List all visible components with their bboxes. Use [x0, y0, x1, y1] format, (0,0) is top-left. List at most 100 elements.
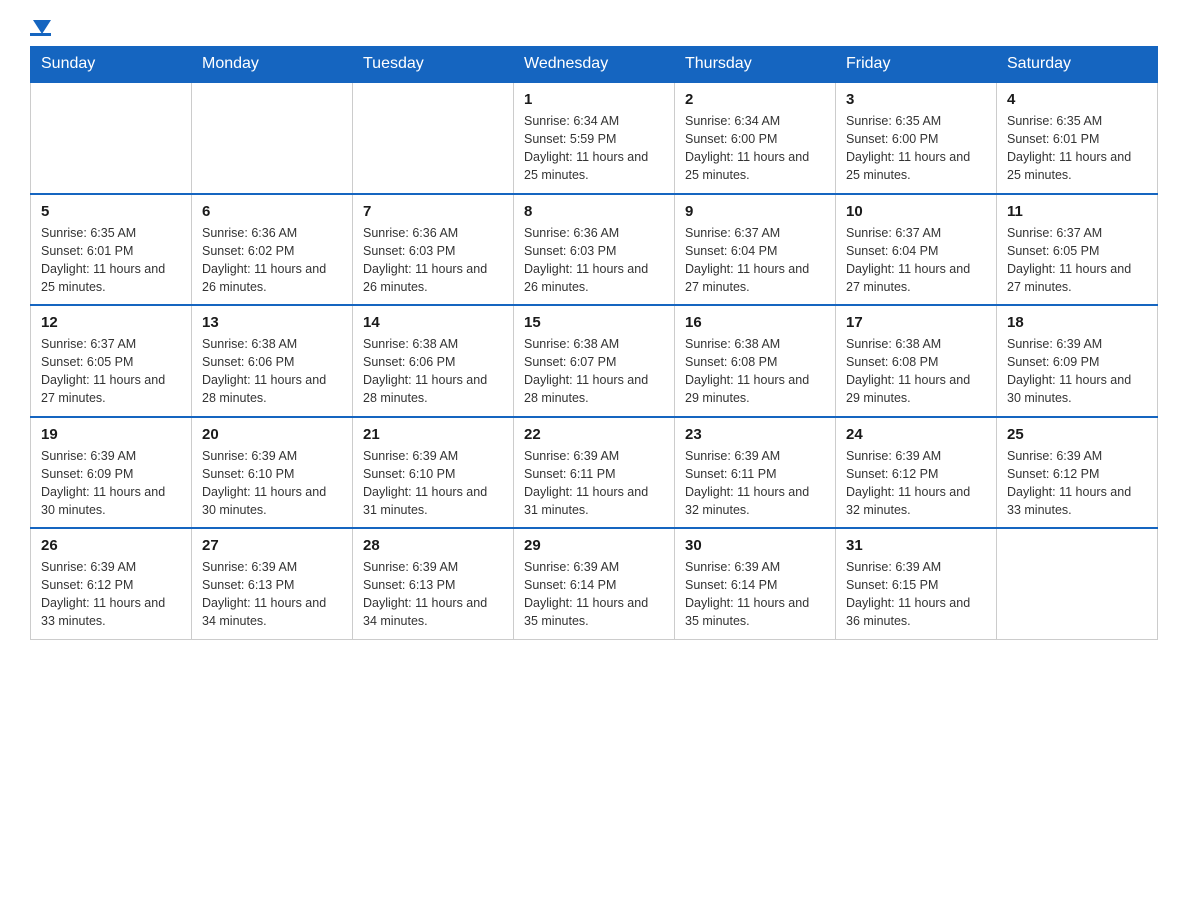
calendar-cell: 4 Sunrise: 6:35 AM Sunset: 6:01 PM Daylig…	[997, 82, 1158, 194]
calendar-cell: 29Sunrise: 6:39 AM Sunset: 6:14 PM Dayli…	[514, 528, 675, 639]
day-info: Sunrise: 6:39 AM Sunset: 6:12 PM Dayligh…	[41, 558, 181, 631]
day-info: Sunrise: 6:38 AM Sunset: 6:06 PM Dayligh…	[202, 335, 342, 408]
day-number: 18	[1007, 314, 1147, 331]
day-number: 11	[1007, 203, 1147, 220]
calendar-cell: 10 Sunrise: 6:37 AM Sunset: 6:04 PM Dayli…	[836, 194, 997, 306]
day-number: 16	[685, 314, 825, 331]
day-number: 29	[524, 537, 664, 554]
calendar-cell: 21Sunrise: 6:39 AM Sunset: 6:10 PM Dayli…	[353, 417, 514, 529]
calendar-cell: 7 Sunrise: 6:36 AM Sunset: 6:03 PM Daylig…	[353, 194, 514, 306]
calendar-cell: 8Sunrise: 6:36 AM Sunset: 6:03 PM Daylig…	[514, 194, 675, 306]
day-number: 2	[685, 91, 825, 108]
day-info: Sunrise: 6:39 AM Sunset: 6:13 PM Dayligh…	[202, 558, 342, 631]
day-info: Sunrise: 6:37 AM Sunset: 6:04 PM Dayligh…	[846, 224, 986, 297]
day-info: Sunrise: 6:36 AM Sunset: 6:02 PM Dayligh…	[202, 224, 342, 297]
day-info: Sunrise: 6:39 AM Sunset: 6:09 PM Dayligh…	[41, 447, 181, 520]
day-info: Sunrise: 6:34 AM Sunset: 5:59 PM Dayligh…	[524, 112, 664, 185]
day-info: Sunrise: 6:37 AM Sunset: 6:04 PM Dayligh…	[685, 224, 825, 297]
calendar-cell: 14 Sunrise: 6:38 AM Sunset: 6:06 PM Dayli…	[353, 305, 514, 417]
day-info: Sunrise: 6:34 AM Sunset: 6:00 PM Dayligh…	[685, 112, 825, 185]
calendar-cell: 6 Sunrise: 6:36 AM Sunset: 6:02 PM Daylig…	[192, 194, 353, 306]
day-info: Sunrise: 6:38 AM Sunset: 6:06 PM Dayligh…	[363, 335, 503, 408]
day-number: 3	[846, 91, 986, 108]
day-info: Sunrise: 6:35 AM Sunset: 6:00 PM Dayligh…	[846, 112, 986, 185]
day-info: Sunrise: 6:37 AM Sunset: 6:05 PM Dayligh…	[41, 335, 181, 408]
day-number: 27	[202, 537, 342, 554]
day-number: 8	[524, 203, 664, 220]
calendar-cell: 11Sunrise: 6:37 AM Sunset: 6:05 PM Dayli…	[997, 194, 1158, 306]
calendar-day-header: Tuesday	[353, 47, 514, 83]
day-number: 1	[524, 91, 664, 108]
day-number: 17	[846, 314, 986, 331]
calendar-cell: 13 Sunrise: 6:38 AM Sunset: 6:06 PM Dayli…	[192, 305, 353, 417]
calendar-cell: 5 Sunrise: 6:35 AM Sunset: 6:01 PM Daylig…	[31, 194, 192, 306]
calendar-cell: 9 Sunrise: 6:37 AM Sunset: 6:04 PM Daylig…	[675, 194, 836, 306]
day-number: 13	[202, 314, 342, 331]
day-number: 23	[685, 426, 825, 443]
day-number: 28	[363, 537, 503, 554]
day-number: 31	[846, 537, 986, 554]
calendar-cell: 12 Sunrise: 6:37 AM Sunset: 6:05 PM Dayli…	[31, 305, 192, 417]
day-info: Sunrise: 6:39 AM Sunset: 6:15 PM Dayligh…	[846, 558, 986, 631]
calendar-day-header: Saturday	[997, 47, 1158, 83]
calendar-cell: 3 Sunrise: 6:35 AM Sunset: 6:00 PM Daylig…	[836, 82, 997, 194]
calendar-week-row: 5 Sunrise: 6:35 AM Sunset: 6:01 PM Daylig…	[31, 194, 1158, 306]
day-number: 21	[363, 426, 503, 443]
logo-triangle-icon	[33, 20, 51, 34]
day-number: 7	[363, 203, 503, 220]
calendar-cell: 16Sunrise: 6:38 AM Sunset: 6:08 PM Dayli…	[675, 305, 836, 417]
calendar-week-row: 19 Sunrise: 6:39 AM Sunset: 6:09 PM Dayli…	[31, 417, 1158, 529]
day-info: Sunrise: 6:38 AM Sunset: 6:07 PM Dayligh…	[524, 335, 664, 408]
calendar-cell: 1 Sunrise: 6:34 AM Sunset: 5:59 PM Daylig…	[514, 82, 675, 194]
calendar-cell: 20 Sunrise: 6:39 AM Sunset: 6:10 PM Dayli…	[192, 417, 353, 529]
calendar-cell: 31 Sunrise: 6:39 AM Sunset: 6:15 PM Dayli…	[836, 528, 997, 639]
day-number: 10	[846, 203, 986, 220]
calendar-cell: 26 Sunrise: 6:39 AM Sunset: 6:12 PM Dayli…	[31, 528, 192, 639]
day-number: 4	[1007, 91, 1147, 108]
day-info: Sunrise: 6:39 AM Sunset: 6:09 PM Dayligh…	[1007, 335, 1147, 408]
calendar-cell	[353, 82, 514, 194]
calendar-week-row: 12 Sunrise: 6:37 AM Sunset: 6:05 PM Dayli…	[31, 305, 1158, 417]
calendar-day-header: Monday	[192, 47, 353, 83]
day-number: 19	[41, 426, 181, 443]
calendar-cell: 19 Sunrise: 6:39 AM Sunset: 6:09 PM Dayli…	[31, 417, 192, 529]
day-info: Sunrise: 6:38 AM Sunset: 6:08 PM Dayligh…	[846, 335, 986, 408]
calendar-header-row: SundayMondayTuesdayWednesdayThursdayFrid…	[31, 47, 1158, 83]
calendar-week-row: 1 Sunrise: 6:34 AM Sunset: 5:59 PM Daylig…	[31, 82, 1158, 194]
day-number: 6	[202, 203, 342, 220]
calendar-cell: 27 Sunrise: 6:39 AM Sunset: 6:13 PM Dayli…	[192, 528, 353, 639]
calendar-table: SundayMondayTuesdayWednesdayThursdayFrid…	[30, 46, 1158, 640]
calendar-cell: 30 Sunrise: 6:39 AM Sunset: 6:14 PM Dayli…	[675, 528, 836, 639]
calendar-cell: 18 Sunrise: 6:39 AM Sunset: 6:09 PM Dayli…	[997, 305, 1158, 417]
day-info: Sunrise: 6:39 AM Sunset: 6:10 PM Dayligh…	[202, 447, 342, 520]
day-info: Sunrise: 6:39 AM Sunset: 6:12 PM Dayligh…	[846, 447, 986, 520]
day-number: 5	[41, 203, 181, 220]
calendar-cell	[192, 82, 353, 194]
calendar-day-header: Sunday	[31, 47, 192, 83]
calendar-cell: 2 Sunrise: 6:34 AM Sunset: 6:00 PM Daylig…	[675, 82, 836, 194]
calendar-cell: 22Sunrise: 6:39 AM Sunset: 6:11 PM Dayli…	[514, 417, 675, 529]
calendar-week-row: 26 Sunrise: 6:39 AM Sunset: 6:12 PM Dayli…	[31, 528, 1158, 639]
calendar-cell	[31, 82, 192, 194]
day-info: Sunrise: 6:39 AM Sunset: 6:12 PM Dayligh…	[1007, 447, 1147, 520]
calendar-day-header: Wednesday	[514, 47, 675, 83]
day-info: Sunrise: 6:36 AM Sunset: 6:03 PM Dayligh…	[363, 224, 503, 297]
calendar-cell: 28Sunrise: 6:39 AM Sunset: 6:13 PM Dayli…	[353, 528, 514, 639]
calendar-cell: 25 Sunrise: 6:39 AM Sunset: 6:12 PM Dayli…	[997, 417, 1158, 529]
day-info: Sunrise: 6:39 AM Sunset: 6:11 PM Dayligh…	[685, 447, 825, 520]
day-number: 9	[685, 203, 825, 220]
day-number: 14	[363, 314, 503, 331]
calendar-cell: 15Sunrise: 6:38 AM Sunset: 6:07 PM Dayli…	[514, 305, 675, 417]
day-info: Sunrise: 6:35 AM Sunset: 6:01 PM Dayligh…	[1007, 112, 1147, 185]
day-number: 26	[41, 537, 181, 554]
day-number: 12	[41, 314, 181, 331]
day-number: 25	[1007, 426, 1147, 443]
day-number: 30	[685, 537, 825, 554]
calendar-day-header: Thursday	[675, 47, 836, 83]
day-number: 20	[202, 426, 342, 443]
day-info: Sunrise: 6:35 AM Sunset: 6:01 PM Dayligh…	[41, 224, 181, 297]
calendar-day-header: Friday	[836, 47, 997, 83]
day-number: 24	[846, 426, 986, 443]
calendar-cell: 23 Sunrise: 6:39 AM Sunset: 6:11 PM Dayli…	[675, 417, 836, 529]
day-info: Sunrise: 6:39 AM Sunset: 6:14 PM Dayligh…	[685, 558, 825, 631]
